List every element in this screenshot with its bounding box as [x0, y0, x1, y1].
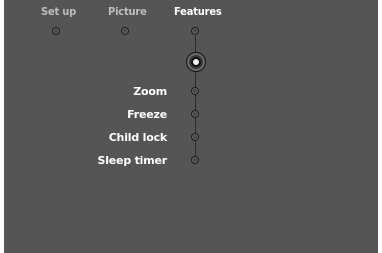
tab-features[interactable]: Features: [174, 5, 222, 18]
tab-picture-indicator[interactable]: [121, 27, 129, 35]
tab-picture[interactable]: Picture: [108, 5, 147, 18]
menu-item-child-lock-label[interactable]: Child lock: [109, 131, 168, 144]
menu-item-child-lock-node[interactable]: [191, 133, 199, 141]
tab-set-up-indicator[interactable]: [52, 27, 60, 35]
menu-item-zoom-node[interactable]: [191, 87, 199, 95]
selection-cursor-icon[interactable]: [186, 52, 206, 72]
menu-item-zoom-label[interactable]: Zoom: [133, 85, 167, 98]
menu-item-freeze-label[interactable]: Freeze: [127, 108, 167, 121]
menu-item-sleep-timer-node[interactable]: [191, 156, 199, 164]
menu-item-freeze-node[interactable]: [191, 110, 199, 118]
tab-set-up[interactable]: Set up: [41, 5, 76, 18]
tab-features-indicator[interactable]: [191, 27, 199, 35]
tv-menu-screen: Set up Picture Features Zoom Freeze Chil…: [4, 0, 378, 253]
menu-item-sleep-timer-label[interactable]: Sleep timer: [98, 154, 168, 167]
